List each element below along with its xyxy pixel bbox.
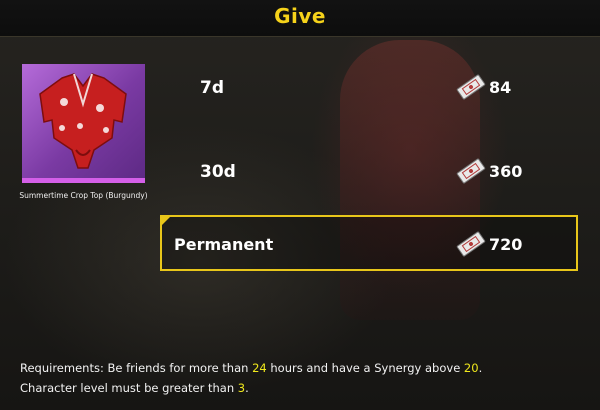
req-synergy: 20 [463,361,479,375]
header-bar: Give [0,0,600,37]
rarity-bar [22,178,145,183]
price-value: 360 [489,162,523,181]
req-text: . [478,361,483,375]
item-thumbnail [22,64,145,178]
crop-top-icon [39,73,127,169]
req-level: 3 [237,381,246,395]
option-label: 30d [200,162,236,182]
option-30d[interactable]: 30d 360 [160,142,580,198]
req-hours: 24 [252,361,267,375]
req-text: hours and have a Synergy above [266,361,464,375]
requirements-line-2: Character level must be greater than 3. [20,378,590,398]
item-name: Summertime Crop Top (Burgundy) [19,191,148,200]
option-label: 7d [200,78,224,98]
coupon-icon [456,231,486,257]
option-label: Permanent [174,235,274,254]
requirements-line-1: Requirements: Be friends for more than 2… [20,358,590,378]
req-text: Character level must be greater than [20,381,238,395]
page-title: Give [274,4,326,28]
price-value: 84 [489,78,512,97]
req-text: . [245,381,249,395]
option-7d[interactable]: 7d 84 [160,58,580,114]
option-permanent[interactable]: Permanent 720 [160,215,578,271]
requirements-text: Requirements: Be friends for more than 2… [20,358,590,398]
req-text: Requirements: Be friends for more than [20,361,253,375]
coupon-icon [456,74,486,100]
coupon-icon [456,158,486,184]
selected-corner-icon [160,215,172,227]
price-value: 720 [489,235,523,254]
